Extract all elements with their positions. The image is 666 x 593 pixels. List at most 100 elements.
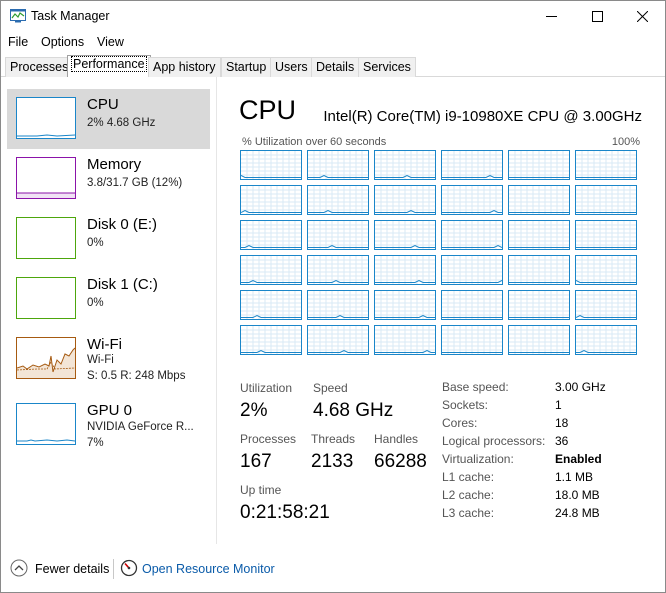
tab-label: Details [316,60,355,74]
memory-thumbnail-graph [16,157,76,199]
spec-value: 36 [555,434,569,448]
logical-processor-graph [441,290,503,320]
spec-value: 1 [555,398,562,412]
tab-processes[interactable]: Processes [5,57,74,77]
sidebar-item-title: Disk 0 (E:) [87,216,158,233]
logical-processor-graph [508,290,570,320]
page-title: CPU [239,95,297,125]
sidebar-item-title: GPU 0 [87,402,133,419]
close-button[interactable] [619,1,665,32]
open-resource-monitor-link[interactable]: Open Resource Monitor [142,562,275,576]
spec-label: L3 cache: [442,506,495,520]
logical-processor-graph [307,185,369,215]
disk1-thumbnail-graph [16,277,76,319]
maximize-button[interactable] [574,1,620,32]
logical-processor-graph [441,325,503,355]
tab-details[interactable]: Details [311,57,360,77]
logical-processor-graph [374,325,436,355]
logical-processor-graph [441,255,503,285]
chevron-up-icon[interactable] [10,559,28,577]
sidebar-item-title: CPU [87,96,119,113]
sidebar-item-disk-0[interactable]: Disk 0 (E:) 0% [7,209,210,269]
cpu-thumbnail-graph [16,97,76,139]
logical-processor-graph [240,290,302,320]
minimize-button[interactable] [528,1,574,32]
logical-processor-graph [240,150,302,180]
tab-performance[interactable]: Performance [67,55,151,78]
threads-value: 2133 [311,451,354,472]
sidebar-item-disk-1[interactable]: Disk 1 (C:) 0% [7,269,210,329]
logical-processor-graph [307,325,369,355]
spec-label: Virtualization: [442,452,514,466]
disk0-thumbnail-graph [16,217,76,259]
sidebar-item-wifi[interactable]: Wi-Fi Wi-Fi S: 0.5 R: 248 Mbps [7,329,210,389]
fewer-details-button[interactable]: Fewer details [35,562,109,576]
tab-label: App history [153,60,216,74]
sidebar-item-value: 2% 4.68 GHz [87,117,156,129]
title-bar[interactable]: Task Manager [1,1,665,32]
logical-processor-graph [240,325,302,355]
sidebar-item-title: Memory [87,156,142,173]
sidebar-item-value: 0% [87,237,104,249]
logical-processor-graph [374,255,436,285]
sidebar-item-value-2: 7% [87,437,104,449]
spec-value: 1.1 MB [555,470,594,484]
logical-processor-graph [441,185,503,215]
sidebar-item-value-2: S: 0.5 R: 248 Mbps [87,370,186,382]
tab-label: Startup [226,60,267,74]
utilization-label: Utilization [240,381,293,395]
processes-label: Processes [240,432,297,446]
tab-services[interactable]: Services [358,57,416,77]
logical-processor-graph [575,290,637,320]
menu-bar: File Options View [1,32,665,54]
tab-startup[interactable]: Startup [221,57,272,77]
logical-processor-graph [441,150,503,180]
logical-processor-graph [307,150,369,180]
sidebar-item-gpu-0[interactable]: GPU 0 NVIDIA GeForce R... 7% [7,395,210,455]
speed-label: Speed [313,381,348,395]
logical-processor-graph [508,255,570,285]
window-title: Task Manager [31,9,110,23]
sidebar-item-value: 0% [87,297,104,309]
logical-processor-graph [240,255,302,285]
menu-file[interactable]: File [8,35,28,49]
maximize-icon [591,11,603,22]
spec-label: Cores: [442,416,478,430]
logical-processor-graph [240,185,302,215]
uptime-value: 0:21:58:21 [240,502,330,523]
spec-label: Base speed: [442,380,509,394]
spec-label: Logical processors: [442,434,546,448]
spec-label: Sockets: [442,398,489,412]
tab-app-history[interactable]: App history [148,57,221,77]
logical-processor-graph [575,220,637,250]
logical-processor-grid[interactable] [240,150,642,358]
tab-bar: Processes Performance App history Startu… [1,55,665,78]
tab-users[interactable]: Users [270,57,313,77]
logical-processor-graph [374,220,436,250]
tab-label: Processes [10,60,69,74]
sidebar-item-value: NVIDIA GeForce R... [87,421,194,433]
handles-label: Handles [374,432,419,446]
sidebar-item-cpu[interactable]: CPU 2% 4.68 GHz [7,89,210,149]
logical-processor-graph [374,185,436,215]
logical-processor-graph [441,220,503,250]
threads-label: Threads [311,432,356,446]
menu-options[interactable]: Options [41,35,84,49]
footer-separator [113,559,114,579]
sidebar-divider [216,77,217,544]
spec-value: Enabled [555,452,602,466]
resource-monitor-icon[interactable] [120,559,138,577]
gpu-thumbnail-graph [16,403,76,445]
task-manager-icon [10,9,26,23]
sidebar-item-memory[interactable]: Memory 3.8/31.7 GB (12%) [7,149,210,209]
utilization-value: 2% [240,400,268,421]
spec-value: 24.8 MB [555,506,600,520]
logical-processor-graph [240,220,302,250]
sidebar-item-title: Wi-Fi [87,336,122,353]
logical-processor-graph [307,220,369,250]
logical-processor-graph [508,220,570,250]
menu-view[interactable]: View [97,35,124,49]
spec-label: L1 cache: [442,470,495,484]
speed-value: 4.68 GHz [313,400,394,421]
tab-label: Users [275,60,308,74]
